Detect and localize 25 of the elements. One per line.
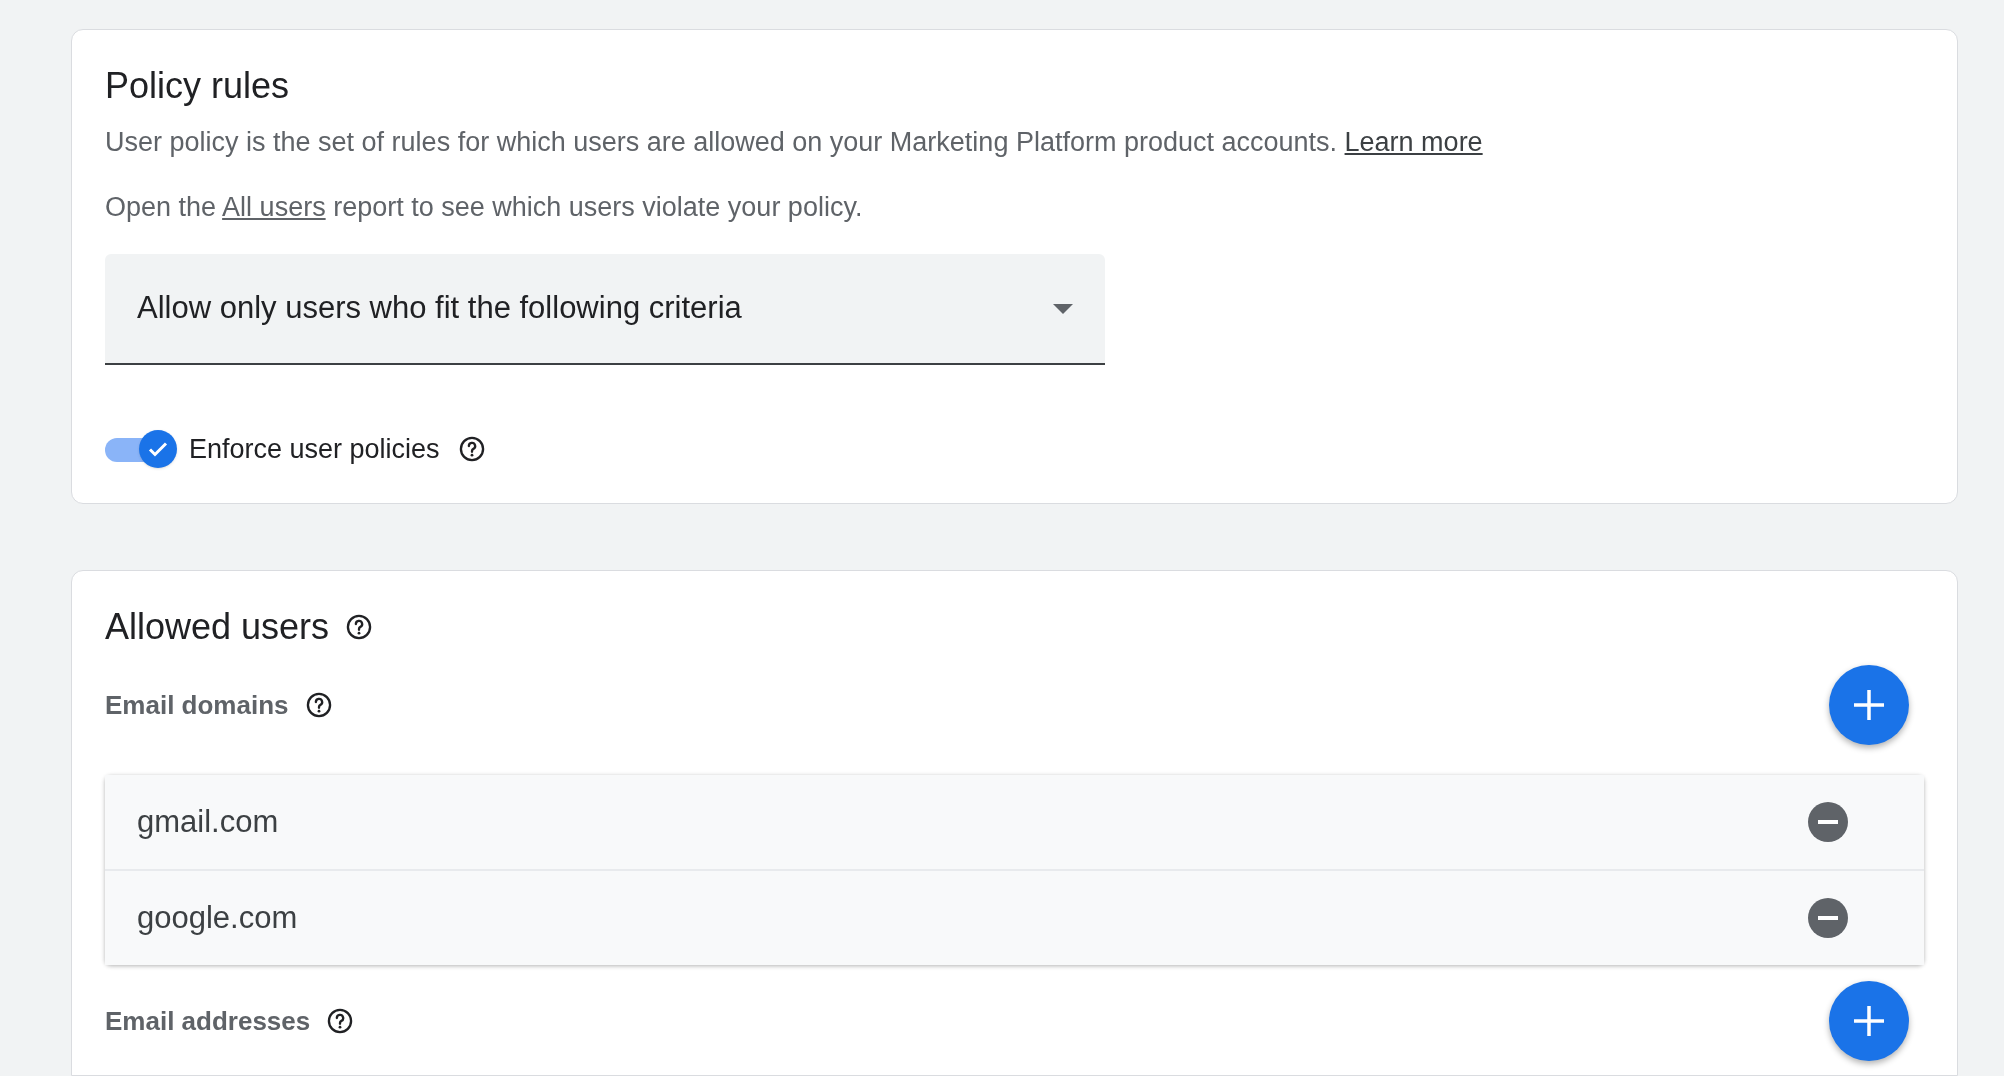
subsection-label: Email domains [105, 688, 289, 722]
remove-button[interactable] [1808, 802, 1848, 842]
plus-icon [1852, 1004, 1886, 1038]
add-button[interactable] [1829, 665, 1909, 745]
add-button[interactable] [1829, 981, 1909, 1061]
policy-select[interactable]: Allow only users who fit the following criteria [105, 254, 1105, 365]
remove-button[interactable] [1808, 898, 1848, 938]
help-icon[interactable] [345, 613, 374, 641]
help-icon[interactable] [304, 691, 333, 719]
plus-icon [1852, 688, 1886, 722]
domain-text: gmail.com [137, 802, 279, 841]
minus-icon [1818, 916, 1838, 920]
description-text: User policy is the set of rules for which users are allowed on your Marketing Platform product accounts. Learn more [105, 126, 1484, 159]
dropdown-caret-icon [1053, 303, 1073, 314]
all-users-link[interactable]: All users [222, 191, 326, 222]
help-icon[interactable] [326, 1007, 355, 1035]
help-icon[interactable] [457, 435, 486, 463]
learn-more-link[interactable]: Learn more [1344, 127, 1483, 157]
section-title: Policy rules [105, 64, 291, 108]
minus-icon [1818, 820, 1838, 824]
report-text: Open the All users report to see which users violate your policy. [105, 190, 864, 224]
domain-text: google.com [137, 898, 298, 937]
subsection-label: Email addresses [105, 1004, 311, 1038]
enforce-label: Enforce user policies [189, 432, 440, 466]
section-title: Allowed users [105, 605, 330, 649]
